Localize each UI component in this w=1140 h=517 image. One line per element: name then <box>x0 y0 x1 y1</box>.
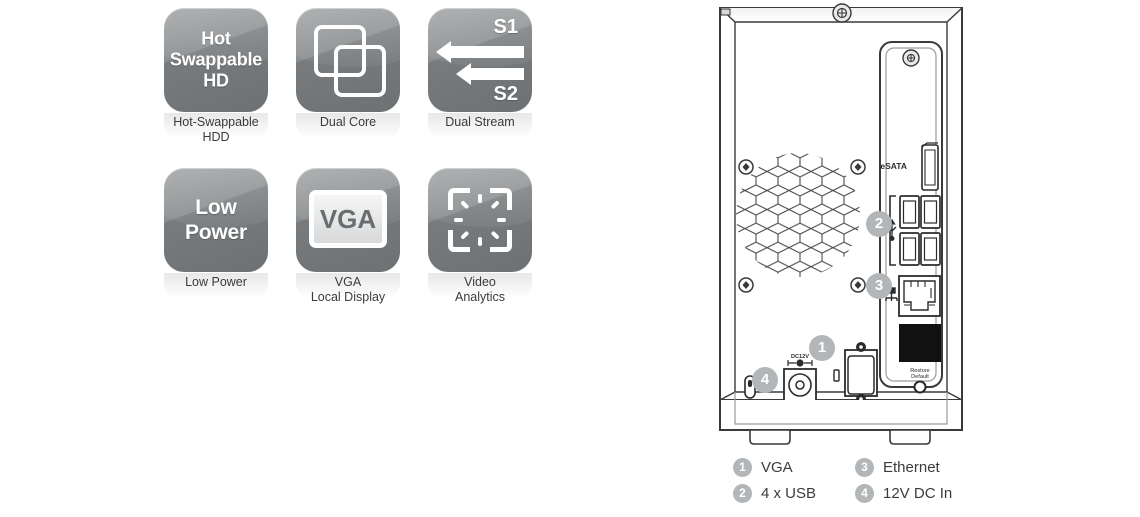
radial-dash <box>478 237 482 246</box>
hot-swappable-hd-tile-text: Hot Swappable HD <box>164 29 268 92</box>
feature-caption: Dual Core <box>282 115 414 130</box>
device-rear-panel-illustration: eSATA Restore Default DC12V 2 3 1 4 <box>690 0 1140 517</box>
legend-row: 2 4 x USB 4 12V DC In <box>733 484 993 503</box>
legend-number: 3 <box>855 458 874 477</box>
hot-swappable-hd-tile: Hot Swappable HD <box>164 8 268 112</box>
tile-line-2: Swappable <box>169 49 263 70</box>
tile-line-1: Hot <box>201 28 231 49</box>
callout-2-usb[interactable]: 2 <box>866 211 892 237</box>
legend-item-vga[interactable]: 1 VGA <box>733 458 855 477</box>
dual-arrows-icon-shaft-bottom <box>470 68 524 80</box>
legend-item-dc-in[interactable]: 4 12V DC In <box>855 484 977 503</box>
radial-dash <box>454 218 463 222</box>
video-analytics-tile <box>428 168 532 272</box>
legend-label: 4 x USB <box>761 485 817 502</box>
bracket-screw-icon <box>902 49 920 67</box>
feature-icon-grid: Hot Swappable HD Hot-Swappable HDD Dual … <box>150 0 550 330</box>
legend-item-usb[interactable]: 2 4 x USB <box>733 484 855 503</box>
legend-number: 4 <box>855 484 874 503</box>
caption-line-1: VGA <box>334 275 362 289</box>
vga-tile-text: VGA <box>319 204 377 234</box>
feature-video-analytics[interactable]: Video Analytics <box>414 168 546 305</box>
feature-caption: VGA Local Display <box>282 275 414 305</box>
top-screw-icon <box>832 3 852 23</box>
caption-line-1: Hot-Swappable <box>173 115 259 129</box>
legend-label: VGA <box>761 459 793 476</box>
low-power-tile-text: Low Power <box>164 195 268 245</box>
tile-line-1: Low <box>195 196 237 219</box>
callout-1-vga[interactable]: 1 <box>809 335 835 361</box>
tile-line-3: HD <box>203 70 229 91</box>
dual-stream-s2-label: S2 <box>493 83 518 105</box>
caption-line-2: Analytics <box>454 290 506 304</box>
dc-in-label: DC12V <box>791 354 809 360</box>
caption-line-2: Local Display <box>310 290 386 304</box>
caption-line-1: Video <box>464 275 496 289</box>
device-feet <box>749 429 931 445</box>
restore-default-label-line2: Default <box>911 374 929 380</box>
caption-line-1: Dual Core <box>319 115 377 129</box>
radial-dash <box>478 194 482 203</box>
feature-hot-swappable-hd[interactable]: Hot Swappable HD Hot-Swappable HDD <box>150 8 282 145</box>
legend-label: Ethernet <box>883 459 940 476</box>
feature-caption: Hot-Swappable HDD <box>150 115 282 145</box>
feature-caption: Video Analytics <box>414 275 546 305</box>
feature-caption: Dual Stream <box>414 115 546 130</box>
legend-item-ethernet[interactable]: 3 Ethernet <box>855 458 977 477</box>
legend-label: 12V DC In <box>883 485 953 502</box>
port-legend: 1 VGA 3 Ethernet 2 4 x USB 4 12V DC In <box>733 458 993 510</box>
esata-label: eSATA <box>880 161 907 171</box>
dual-arrows-icon-head-bottom <box>456 63 471 85</box>
dual-core-tile <box>296 8 400 112</box>
dual-arrows-icon-head-top <box>436 41 451 63</box>
callout-4-dc-in[interactable]: 4 <box>752 367 778 393</box>
caption-line-2: HDD <box>202 130 230 144</box>
feature-dual-core[interactable]: Dual Core <box>282 8 414 139</box>
low-power-tile: Low Power <box>164 168 268 272</box>
dual-stream-s1-label: S1 <box>493 16 518 38</box>
feature-low-power[interactable]: Low Power Low Power <box>150 168 282 299</box>
feature-vga-local-display[interactable]: VGA VGA Local Display <box>282 168 414 305</box>
caption-line-1: Dual Stream <box>445 115 515 129</box>
vga-tile: VGA <box>296 168 400 272</box>
legend-number: 1 <box>733 458 752 477</box>
overlapping-squares-icon-front <box>334 45 386 97</box>
dual-arrows-icon-shaft-top <box>450 46 524 58</box>
caption-line-1: Low Power <box>185 275 247 289</box>
callout-3-ethernet[interactable]: 3 <box>866 273 892 299</box>
feature-dual-stream[interactable]: S1 S2 Dual Stream <box>414 8 546 139</box>
shield-block <box>899 324 941 362</box>
legend-row: 1 VGA 3 Ethernet <box>733 458 993 477</box>
radial-dash <box>497 218 506 222</box>
dual-stream-tile: S1 S2 <box>428 8 532 112</box>
feature-caption: Low Power <box>150 275 282 290</box>
legend-number: 2 <box>733 484 752 503</box>
tile-line-2: Power <box>184 221 248 244</box>
